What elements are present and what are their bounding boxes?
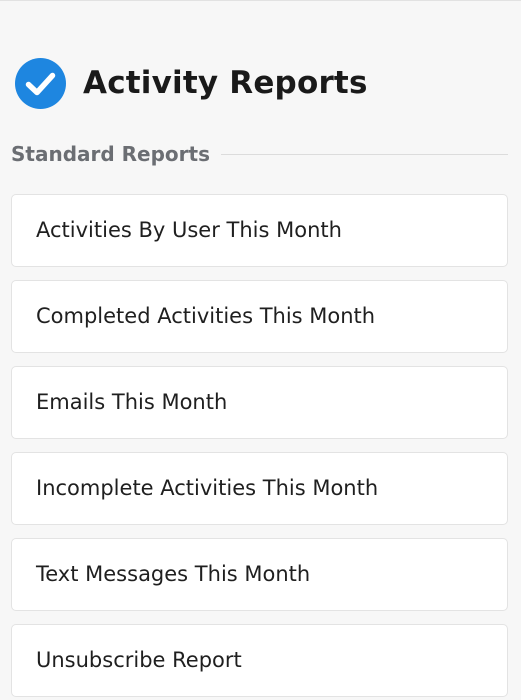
- activity-reports-page: Activity Reports Standard Reports Activi…: [0, 0, 521, 700]
- page-title: Activity Reports: [83, 64, 368, 101]
- report-label: Emails This Month: [36, 390, 228, 414]
- report-label: Completed Activities This Month: [36, 304, 376, 328]
- report-item-completed-activities[interactable]: Completed Activities This Month: [11, 280, 508, 353]
- report-item-unsubscribe[interactable]: Unsubscribe Report: [11, 624, 508, 697]
- report-item-emails[interactable]: Emails This Month: [11, 366, 508, 439]
- report-label: Incomplete Activities This Month: [36, 476, 379, 500]
- report-list: Activities By User This Month Completed …: [11, 194, 508, 700]
- section-header: Standard Reports: [11, 141, 508, 167]
- report-item-text-messages[interactable]: Text Messages This Month: [11, 538, 508, 611]
- report-label: Activities By User This Month: [36, 218, 342, 242]
- check-circle-icon: [15, 57, 66, 109]
- report-label: Unsubscribe Report: [36, 648, 242, 672]
- report-item-activities-by-user[interactable]: Activities By User This Month: [11, 194, 508, 267]
- report-label: Text Messages This Month: [36, 562, 311, 586]
- report-item-incomplete-activities[interactable]: Incomplete Activities This Month: [11, 452, 508, 525]
- section-divider: [221, 153, 508, 155]
- page-header: Activity Reports: [15, 57, 368, 109]
- section-title: Standard Reports: [11, 142, 211, 166]
